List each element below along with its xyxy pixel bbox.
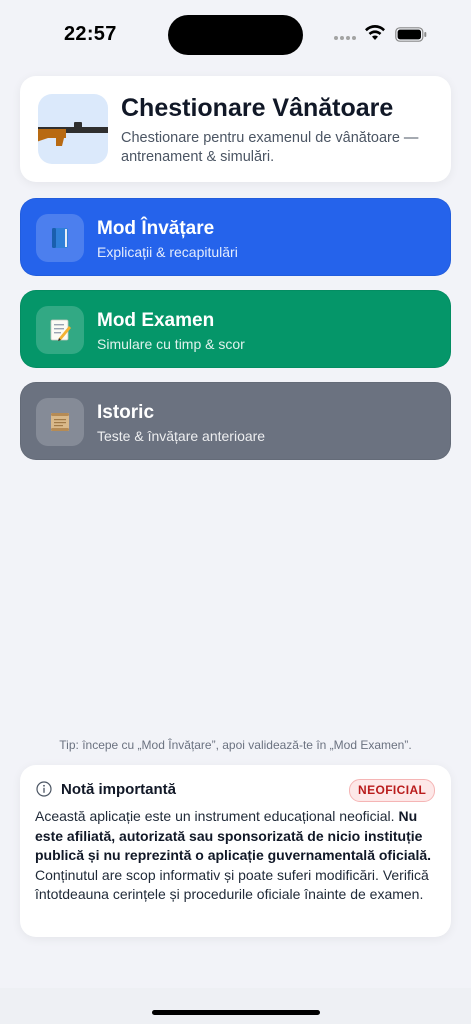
status-time: 22:57	[64, 23, 117, 45]
exam-mode-button[interactable]: Mod Examen Simulare cu timp & scor	[20, 290, 451, 368]
exam-mode-subtitle: Simulare cu timp & scor	[97, 336, 245, 352]
cellular-signal-icon	[334, 36, 358, 42]
note-text-outro: Conținutul are scop informativ și poate …	[35, 866, 429, 903]
app-subtitle: Chestionare pentru examenul de vânătoare…	[121, 130, 419, 165]
book-icon	[36, 214, 84, 262]
note-body: Această aplicație este un instrument edu…	[35, 807, 437, 905]
history-button[interactable]: Istoric Teste & învățare anterioare	[20, 382, 451, 460]
history-subtitle: Teste & învățare anterioare	[97, 428, 266, 444]
status-bar: 22:57	[0, 0, 471, 70]
rifle-icon	[38, 122, 108, 146]
wifi-icon	[365, 24, 385, 40]
app-title: Chestionare Vânătoare	[121, 94, 394, 122]
bottom-safe-area	[0, 988, 471, 1024]
history-title: Istoric	[97, 402, 155, 423]
exam-mode-title: Mod Examen	[97, 310, 215, 331]
battery-icon	[395, 27, 427, 42]
home-indicator[interactable]	[152, 1010, 320, 1015]
dynamic-island	[168, 15, 303, 55]
note-title: Notă importantă	[61, 781, 177, 798]
tip-text: Tip: începe cu „Mod Învățare”, apoi vali…	[59, 738, 412, 752]
important-note-card: Notă importantă NEOFICIAL Această aplica…	[20, 765, 451, 937]
app-logo	[38, 94, 108, 164]
app-header-card: Chestionare Vânătoare Chestionare pentru…	[20, 76, 451, 182]
unofficial-badge: NEOFICIAL	[349, 779, 436, 802]
info-icon	[36, 781, 52, 797]
note-text-intro: Această aplicație este un instrument edu…	[35, 808, 399, 824]
learning-mode-subtitle: Explicații & recapitulări	[97, 244, 238, 260]
scroll-icon	[36, 398, 84, 446]
learning-mode-title: Mod Învățare	[97, 218, 215, 239]
memo-icon	[36, 306, 84, 354]
learning-mode-button[interactable]: Mod Învățare Explicații & recapitulări	[20, 198, 451, 276]
